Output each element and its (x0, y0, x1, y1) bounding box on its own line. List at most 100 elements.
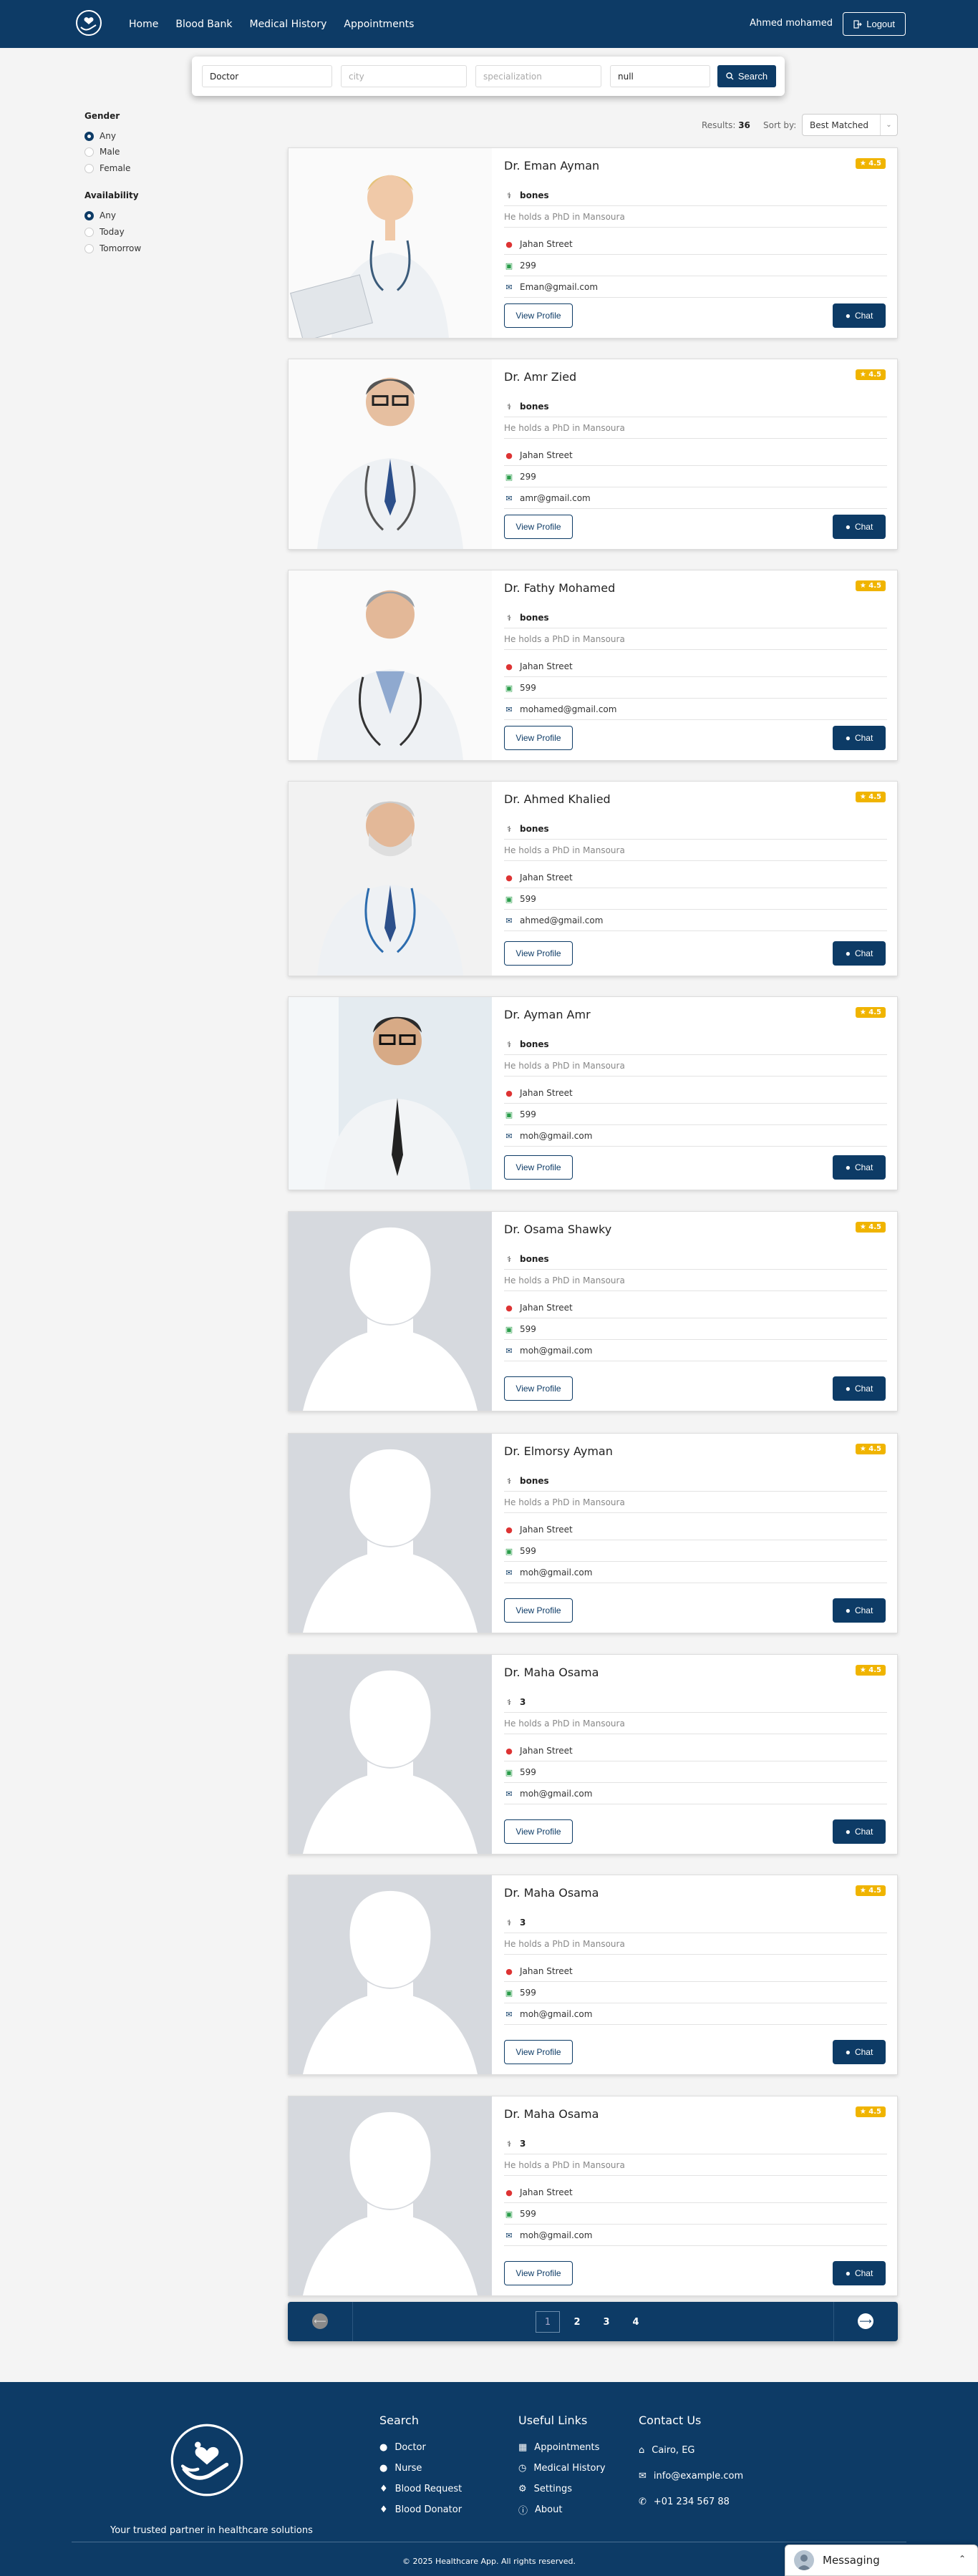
doctor-info: Dr. Maha Osama ★ 4.5 ⚕ 3 He holds a PhD in M… (503, 2096, 887, 2295)
email-text: moh@gmail.com (520, 1346, 593, 1356)
top-navbar: Home Blood Bank Medical History Appointm… (0, 0, 978, 48)
rating-value: 4.5 (868, 1666, 881, 1674)
specialization-input[interactable] (475, 65, 601, 87)
logout-icon (853, 19, 863, 29)
doctor-name: Dr. Fathy Mohamed (504, 581, 616, 595)
logout-button[interactable]: Logout (843, 12, 906, 36)
footer-link-medical-history[interactable]: ◷ Medical History (518, 2458, 606, 2479)
app-logo-icon[interactable] (74, 9, 103, 37)
doctor-card: Dr. Maha Osama ★ 4.5 ⚕ 3 He holds a PhD in M… (288, 1654, 898, 1855)
chat-button[interactable]: ● Chat (833, 1598, 886, 1623)
search-button[interactable]: Search (717, 65, 776, 87)
view-profile-button[interactable]: View Profile (504, 1598, 573, 1623)
availability-option-any[interactable]: Any (84, 210, 116, 220)
doctor-price: ▣ 599 (504, 1319, 887, 1340)
nav-home-link[interactable]: Home (129, 19, 158, 30)
sort-select[interactable]: Best Matched ⌄ (802, 114, 898, 136)
location-pin-icon: ● (505, 2187, 513, 2197)
rating-value: 4.5 (868, 793, 881, 801)
chat-button[interactable]: ● Chat (833, 2040, 886, 2064)
footer-link-nurse[interactable]: ● Nurse (379, 2458, 462, 2479)
envelope-icon: ✉ (505, 1568, 513, 1578)
page-4-button[interactable]: 4 (624, 2311, 648, 2333)
user-icon: ● (379, 2442, 388, 2453)
availability-option-tomorrow[interactable]: Tomorrow (84, 243, 141, 253)
view-profile-button[interactable]: View Profile (504, 515, 573, 539)
stethoscope-icon: ⚕ (507, 1918, 511, 1928)
page-2-button[interactable]: 2 (565, 2311, 589, 2333)
footer-link-label: Blood Donator (394, 2504, 463, 2515)
contact-phone[interactable]: ✆ +01 234 567 88 (639, 2489, 743, 2514)
footer-link-settings[interactable]: ⚙ Settings (518, 2479, 606, 2499)
doctor-about: He holds a PhD in Mansoura (504, 1270, 887, 1291)
view-profile-button[interactable]: View Profile (504, 303, 573, 328)
location-pin-icon: ● (505, 873, 513, 883)
rating-badge: ★ 4.5 (855, 792, 886, 802)
view-profile-button[interactable]: View Profile (504, 941, 573, 966)
next-page-icon[interactable]: ⟶ (858, 2313, 873, 2329)
gender-option-any[interactable]: Any (84, 131, 116, 141)
gender-option-female[interactable]: Female (84, 163, 130, 173)
chat-button[interactable]: ● Chat (833, 1155, 886, 1180)
doctor-address: ● Jahan Street (504, 867, 887, 888)
footer-link-blood-request[interactable]: ♦ Blood Request (379, 2479, 462, 2499)
location-pin-icon: ● (505, 239, 513, 249)
doctor-email: ✉ moh@gmail.com (504, 1126, 887, 1147)
nav-appointments-link[interactable]: Appointments (344, 19, 414, 30)
chat-button[interactable]: ● Chat (833, 303, 886, 328)
location-pin-icon: ● (505, 1966, 513, 1976)
messaging-widget[interactable]: Messaging ⌃ (785, 2545, 978, 2576)
nav-blood-bank-link[interactable]: Blood Bank (175, 19, 232, 30)
footer-link-about[interactable]: ⓘ About (518, 2499, 606, 2520)
page-1-button[interactable]: 1 (536, 2311, 560, 2333)
doctor-photo (289, 2096, 492, 2295)
chat-bubble-icon: ● (845, 2268, 851, 2278)
doctor-photo (289, 148, 492, 338)
nurse-icon: ● (379, 2463, 388, 2474)
footer-link-blood-donator[interactable]: ♦ Blood Donator (379, 2499, 462, 2520)
stethoscope-icon: ⚕ (507, 1697, 511, 1707)
doctor-card: Dr. Fathy Mohamed ★ 4.5 ⚕ bones He holds a P… (288, 570, 898, 761)
chat-button[interactable]: ● Chat (833, 1819, 886, 1844)
view-profile-button[interactable]: View Profile (504, 726, 573, 750)
contact-email[interactable]: ✉ info@example.com (639, 2463, 743, 2489)
doctor-address: ● Jahan Street (504, 656, 887, 677)
chat-button[interactable]: ● Chat (833, 941, 886, 966)
chat-button[interactable]: ● Chat (833, 726, 886, 750)
chat-bubble-icon: ● (845, 1605, 851, 1615)
availability-option-today[interactable]: Today (84, 227, 125, 237)
money-icon: ▣ (505, 894, 513, 904)
doctor-email: ✉ amr@gmail.com (504, 488, 887, 509)
view-profile-button[interactable]: View Profile (504, 1376, 573, 1401)
search-button-label: Search (737, 71, 768, 82)
chat-button[interactable]: ● Chat (833, 515, 886, 539)
gender-option-male[interactable]: Male (84, 147, 120, 157)
view-profile-button[interactable]: View Profile (504, 2261, 573, 2285)
doctor-specialty: ⚕ bones (504, 608, 887, 628)
chat-button[interactable]: ● Chat (833, 1376, 886, 1401)
doctor-specialty: ⚕ 3 (504, 1912, 887, 1933)
profession-input[interactable] (202, 65, 332, 87)
nav-medical-history-link[interactable]: Medical History (249, 19, 326, 30)
doctor-email: ✉ mohamed@gmail.com (504, 699, 887, 720)
chat-button[interactable]: ● Chat (833, 2261, 886, 2285)
footer-link-doctor[interactable]: ● Doctor (379, 2437, 462, 2458)
envelope-icon: ✉ (505, 1346, 513, 1356)
page-3-button[interactable]: 3 (594, 2311, 619, 2333)
doctor-price: ▣ 599 (504, 2204, 887, 2225)
doctor-address: ● Jahan Street (504, 445, 887, 466)
footer-link-appointments[interactable]: ▦ Appointments (518, 2437, 606, 2458)
prev-page-icon[interactable]: ⟵ (312, 2313, 328, 2329)
radio-selected-icon (84, 210, 94, 220)
view-profile-button[interactable]: View Profile (504, 1819, 573, 1844)
name-input[interactable] (610, 65, 710, 87)
view-profile-button[interactable]: View Profile (504, 2040, 573, 2064)
specialty-text: bones (520, 1254, 549, 1264)
history-icon: ◷ (518, 2463, 527, 2474)
money-icon: ▣ (505, 472, 513, 482)
city-input[interactable] (341, 65, 467, 87)
email-text: moh@gmail.com (520, 1568, 593, 1578)
envelope-icon: ✉ (505, 915, 513, 925)
view-profile-button[interactable]: View Profile (504, 1155, 573, 1180)
doctor-name: Dr. Maha Osama (504, 1666, 599, 1679)
